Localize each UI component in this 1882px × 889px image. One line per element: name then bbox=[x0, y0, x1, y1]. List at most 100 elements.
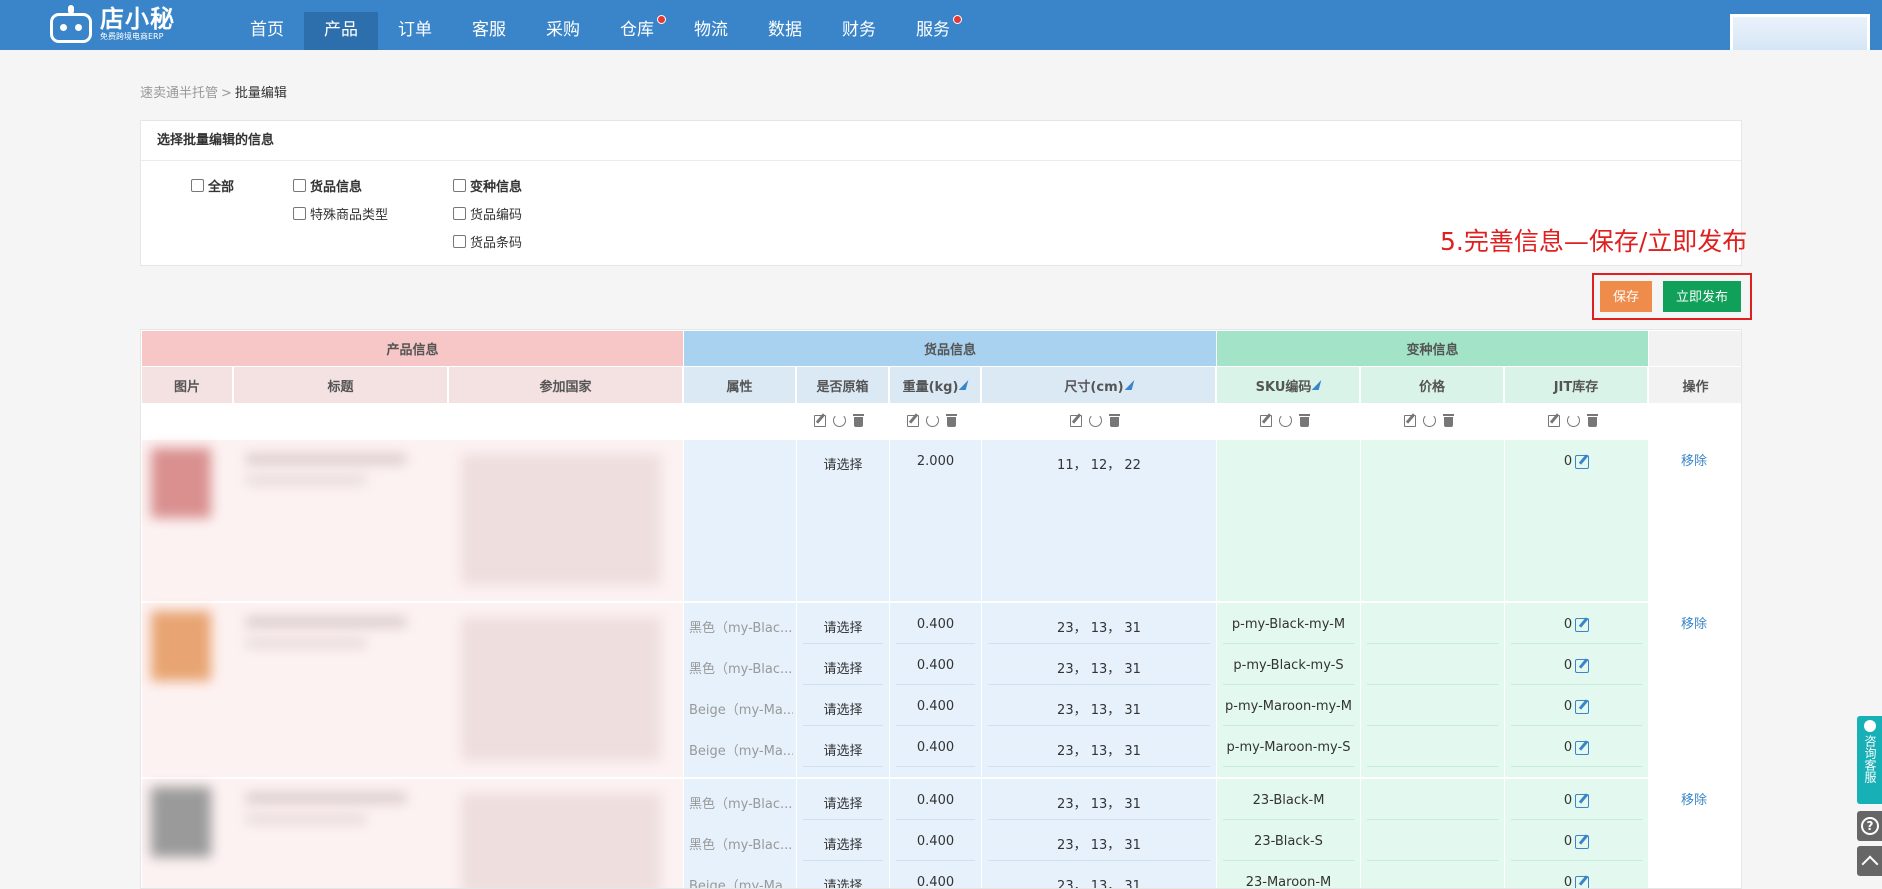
bulk-fill-icon[interactable] bbox=[1124, 380, 1134, 390]
nav-item[interactable]: 服务 bbox=[896, 12, 970, 50]
edit-pen-icon[interactable] bbox=[1575, 699, 1590, 714]
customer-service-float[interactable]: 咨询客服 bbox=[1857, 716, 1882, 804]
checkbox-special-type[interactable]: 特殊商品类型 bbox=[293, 204, 388, 223]
edit-pen-icon[interactable] bbox=[1575, 740, 1590, 755]
delete-icon[interactable] bbox=[1442, 413, 1456, 427]
breadcrumb: 速卖通半托管 > 批量编辑 bbox=[140, 82, 287, 101]
group-header-product: 产品信息 bbox=[142, 331, 683, 366]
product-thumbnail[interactable] bbox=[151, 448, 211, 518]
cell-underline bbox=[988, 766, 1210, 767]
nav-item[interactable]: 订单 bbox=[378, 12, 452, 50]
checkbox-box[interactable] bbox=[453, 235, 466, 248]
robot-logo-icon bbox=[48, 5, 94, 43]
cell-weight: 0.400 bbox=[916, 658, 955, 673]
notification-dot bbox=[657, 15, 666, 24]
checkbox-goods-barcode[interactable]: 货品条码 bbox=[453, 232, 522, 251]
cell-box[interactable]: 请选择 bbox=[797, 740, 889, 759]
delete-icon[interactable] bbox=[945, 413, 959, 427]
checkbox-goods-code[interactable]: 货品编码 bbox=[453, 204, 522, 223]
breadcrumb-parent[interactable]: 速卖通半托管 bbox=[140, 86, 218, 101]
reset-icon[interactable] bbox=[1422, 413, 1436, 427]
nav-item[interactable]: 产品 bbox=[304, 12, 378, 50]
logo[interactable]: 店小秘 免费跨境电商ERP bbox=[48, 2, 175, 46]
product-thumbnail[interactable] bbox=[151, 611, 211, 681]
edit-pen-icon[interactable] bbox=[1575, 658, 1590, 673]
help-float-button[interactable]: ? bbox=[1857, 811, 1882, 841]
cell-box[interactable]: 请选择 bbox=[797, 699, 889, 718]
publish-now-button[interactable]: 立即发布 bbox=[1663, 281, 1741, 312]
cell-box[interactable]: 请选择 bbox=[797, 875, 889, 888]
batch-edit-icon[interactable] bbox=[1547, 413, 1561, 427]
country-list bbox=[461, 617, 661, 761]
batch-edit-icon[interactable] bbox=[1069, 413, 1083, 427]
batch-edit-icon[interactable] bbox=[906, 413, 920, 427]
edit-pen-icon[interactable] bbox=[1575, 875, 1590, 888]
col-price: 价格 bbox=[1361, 367, 1504, 403]
back-to-top-icon[interactable] bbox=[1857, 846, 1882, 876]
batch-edit-icon[interactable] bbox=[1403, 413, 1417, 427]
cell-size: 23， 13， 31 bbox=[1057, 797, 1141, 812]
cell-attr: Beige（my-Ma... bbox=[689, 703, 793, 718]
reset-icon[interactable] bbox=[1278, 413, 1292, 427]
checkbox-all[interactable]: 全部 bbox=[191, 176, 234, 195]
column-divider bbox=[1360, 603, 1361, 777]
cell-size: 11， 12， 22 bbox=[1057, 458, 1141, 473]
product-title-text bbox=[246, 639, 366, 647]
cell-box[interactable]: 请选择 bbox=[797, 454, 889, 473]
checkbox-box[interactable] bbox=[293, 179, 306, 192]
delete-icon[interactable] bbox=[852, 413, 866, 427]
bulk-fill-icon[interactable] bbox=[1312, 380, 1322, 390]
nav-item[interactable]: 财务 bbox=[822, 12, 896, 50]
nav-item[interactable]: 采购 bbox=[526, 12, 600, 50]
checkbox-goods-info[interactable]: 货品信息 bbox=[293, 176, 362, 195]
nav-item[interactable]: 首页 bbox=[230, 12, 304, 50]
reset-icon[interactable] bbox=[1566, 413, 1580, 427]
edit-pen-icon[interactable] bbox=[1575, 793, 1590, 808]
cell-underline bbox=[1223, 766, 1354, 767]
checkbox-variant-info[interactable]: 变种信息 bbox=[453, 176, 522, 195]
batch-edit-icon[interactable] bbox=[1259, 413, 1273, 427]
nav-item[interactable]: 数据 bbox=[748, 12, 822, 50]
user-account-box[interactable] bbox=[1730, 14, 1870, 50]
delete-icon[interactable] bbox=[1298, 413, 1312, 427]
cell-size: 23， 13， 31 bbox=[1057, 662, 1141, 677]
cell-box[interactable]: 请选择 bbox=[797, 793, 889, 812]
checkbox-box[interactable] bbox=[191, 179, 204, 192]
delete-icon[interactable] bbox=[1586, 413, 1600, 427]
group-header-goods: 货品信息 bbox=[684, 331, 1216, 366]
cell-box[interactable]: 请选择 bbox=[797, 658, 889, 677]
reset-icon[interactable] bbox=[1089, 413, 1102, 427]
delete-icon[interactable] bbox=[1108, 413, 1122, 427]
column-bulk-tools bbox=[1069, 413, 1122, 427]
cell-underline bbox=[896, 643, 975, 644]
checkbox-box[interactable] bbox=[453, 179, 466, 192]
column-bulk-tools bbox=[906, 413, 959, 427]
checkbox-box[interactable] bbox=[293, 207, 306, 220]
cell-box[interactable]: 请选择 bbox=[797, 617, 889, 636]
nav-item[interactable]: 仓库 bbox=[600, 12, 674, 50]
batch-edit-icon[interactable] bbox=[813, 413, 827, 427]
save-button[interactable]: 保存 bbox=[1600, 281, 1652, 312]
cell-underline bbox=[1511, 860, 1642, 861]
bulk-fill-icon[interactable] bbox=[959, 380, 969, 390]
edit-pen-icon[interactable] bbox=[1575, 454, 1590, 469]
edit-pen-icon[interactable] bbox=[1575, 617, 1590, 632]
remove-link[interactable]: 移除 bbox=[1681, 613, 1707, 632]
cell-attr: 黑色（my-Blac... bbox=[689, 838, 793, 853]
remove-link[interactable]: 移除 bbox=[1681, 450, 1707, 469]
cell-weight: 0.400 bbox=[916, 834, 955, 849]
cell-underline bbox=[988, 684, 1210, 685]
product-thumbnail[interactable] bbox=[151, 787, 211, 857]
cell-underline bbox=[1367, 860, 1498, 861]
remove-link[interactable]: 移除 bbox=[1681, 789, 1707, 808]
jit-value: 0 bbox=[1563, 793, 1573, 808]
reset-icon[interactable] bbox=[833, 413, 846, 427]
reset-icon[interactable] bbox=[925, 413, 939, 427]
nav-item[interactable]: 物流 bbox=[674, 12, 748, 50]
cell-box[interactable]: 请选择 bbox=[797, 834, 889, 853]
checkbox-box[interactable] bbox=[453, 207, 466, 220]
nav-item[interactable]: 客服 bbox=[452, 12, 526, 50]
jit-value: 0 bbox=[1563, 834, 1573, 849]
edit-pen-icon[interactable] bbox=[1575, 834, 1590, 849]
notification-dot bbox=[953, 15, 962, 24]
